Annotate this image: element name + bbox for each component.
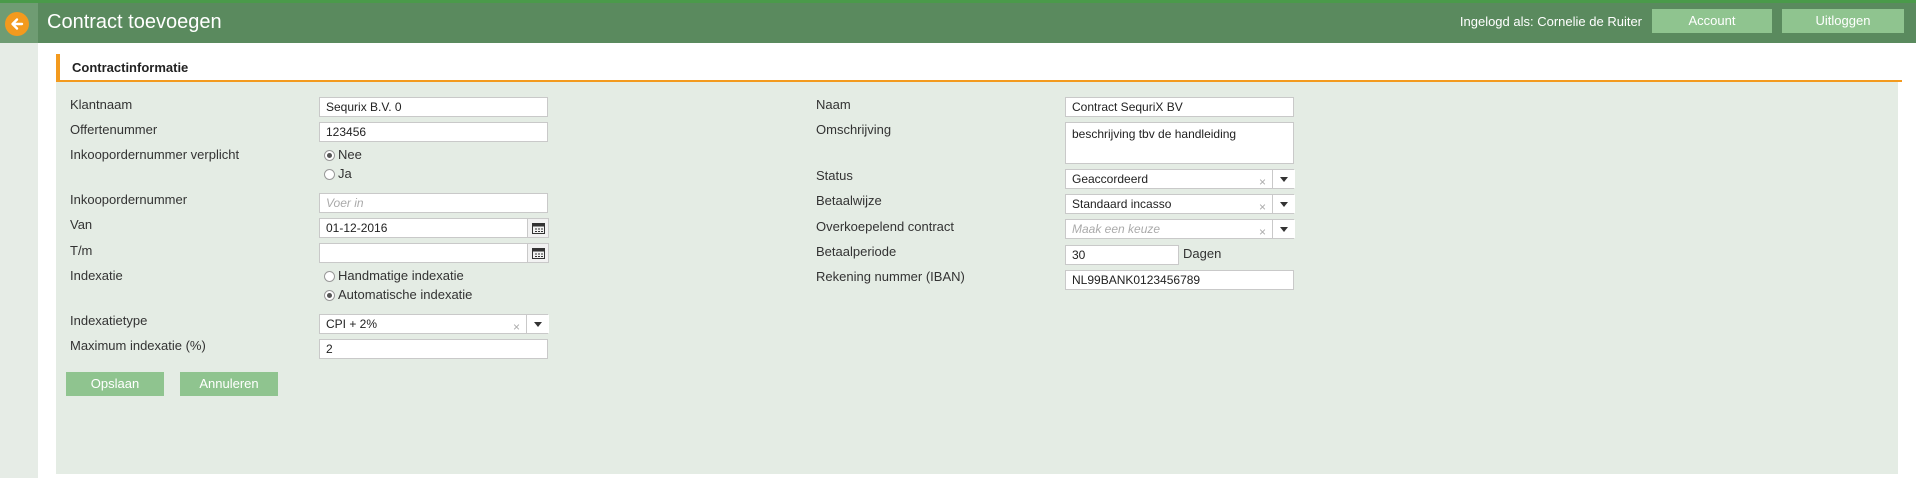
clear-icon[interactable]: ×	[1259, 198, 1266, 216]
naam-label: Naam	[816, 97, 851, 112]
overkoepelend-select[interactable]: Maak een keuze ×	[1065, 219, 1295, 241]
van-label: Van	[70, 217, 93, 232]
clear-icon[interactable]: ×	[513, 318, 520, 336]
back-button[interactable]	[0, 3, 38, 43]
radio-handmatig-label: Handmatige indexatie	[338, 268, 464, 283]
sidebar	[0, 43, 38, 478]
indexatietype-select[interactable]: CPI + 2% ×	[319, 314, 549, 336]
tm-date-field[interactable]	[319, 243, 528, 263]
tm-label: T/m	[70, 243, 93, 258]
save-button[interactable]: Opslaan	[66, 372, 164, 396]
section-header: Contractinformatie	[56, 54, 1902, 82]
clear-icon[interactable]: ×	[1259, 173, 1266, 191]
radio-nee[interactable]	[324, 150, 335, 161]
betaalperiode-field[interactable]: 30	[1065, 245, 1179, 265]
van-date-field[interactable]: 01-12-2016	[319, 218, 528, 238]
inkoopordernummer-field[interactable]: Voer in	[319, 193, 548, 213]
betaalperiode-unit: Dagen	[1183, 246, 1222, 261]
betaalperiode-label: Betaalperiode	[816, 244, 897, 259]
radio-automatisch-label: Automatische indexatie	[338, 287, 473, 302]
overkoepelend-placeholder: Maak een keuze	[1072, 222, 1161, 236]
account-button[interactable]: Account	[1652, 9, 1772, 33]
calendar-icon[interactable]	[527, 218, 549, 238]
max-indexatie-field[interactable]: 2	[319, 339, 548, 359]
betaalwijze-select[interactable]: Standaard incasso ×	[1065, 194, 1295, 216]
inkoopordernummer-label: Inkoopordernummer	[70, 192, 188, 207]
indexatie-label: Indexatie	[70, 268, 123, 283]
indexatietype-label: Indexatietype	[70, 313, 148, 328]
calendar-icon[interactable]	[527, 243, 549, 263]
betaalwijze-label: Betaalwijze	[816, 193, 882, 208]
klantnaam-field[interactable]: Sequrix B.V. 0	[319, 97, 548, 117]
status-value: Geaccordeerd	[1072, 172, 1149, 186]
main-content: Contractinformatie Klantnaam Sequrix B.V…	[38, 43, 1916, 478]
chevron-down-icon[interactable]	[1272, 170, 1295, 188]
logout-button[interactable]: Uitloggen	[1782, 9, 1904, 33]
clear-icon[interactable]: ×	[1259, 223, 1266, 241]
overkoepelend-label: Overkoepelend contract	[816, 219, 955, 234]
omschrijving-label: Omschrijving	[816, 122, 892, 137]
omschrijving-textarea[interactable]: beschrijving tbv de handleiding	[1065, 122, 1294, 164]
betaalwijze-value: Standaard incasso	[1072, 197, 1172, 211]
radio-handmatig[interactable]	[324, 271, 335, 282]
radio-ja[interactable]	[324, 169, 335, 180]
status-label: Status	[816, 168, 853, 183]
iban-label: Rekening nummer (IBAN)	[816, 269, 965, 284]
cancel-button[interactable]: Annuleren	[180, 372, 278, 396]
offertenummer-field[interactable]: 123456	[319, 122, 548, 142]
radio-ja-label: Ja	[338, 166, 352, 181]
top-stripe	[0, 0, 1916, 3]
contract-form-panel: Contractinformatie Klantnaam Sequrix B.V…	[56, 54, 1902, 474]
klantnaam-label: Klantnaam	[70, 97, 133, 112]
max-indexatie-label: Maximum indexatie (%)	[70, 338, 206, 353]
top-bar: Contract toevoegen Ingelogd als: Corneli…	[0, 0, 1916, 43]
inkoop-verplicht-label: Inkoopordernummer verplicht	[70, 147, 240, 162]
logged-in-user: Ingelogd als: Cornelie de Ruiter	[1459, 14, 1642, 29]
radio-automatisch[interactable]	[324, 290, 335, 301]
page-title: Contract toevoegen	[47, 11, 222, 33]
chevron-down-icon[interactable]	[1272, 195, 1295, 213]
iban-field[interactable]: NL99BANK0123456789	[1065, 270, 1294, 290]
naam-field[interactable]: Contract SequriX BV	[1065, 97, 1294, 117]
indexatietype-value: CPI + 2%	[326, 317, 378, 331]
offertenummer-label: Offertenummer	[70, 122, 158, 137]
radio-nee-label: Nee	[338, 147, 362, 162]
arrow-left-icon	[5, 12, 29, 36]
chevron-down-icon[interactable]	[1272, 220, 1295, 238]
status-select[interactable]: Geaccordeerd ×	[1065, 169, 1295, 191]
section-title: Contractinformatie	[72, 60, 189, 75]
chevron-down-icon[interactable]	[526, 315, 549, 333]
